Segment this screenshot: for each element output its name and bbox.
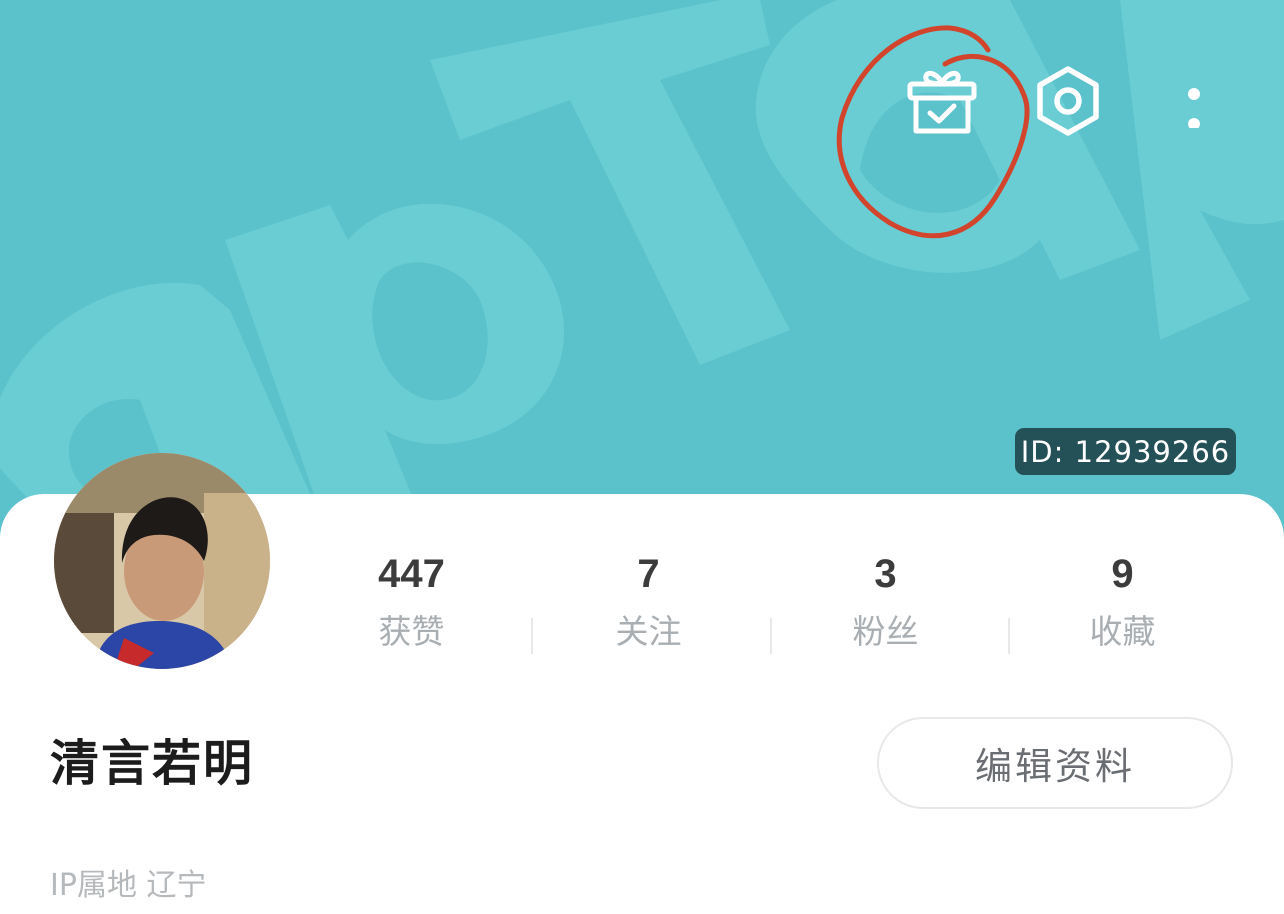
stat-label: 粉丝 xyxy=(852,612,919,651)
stats-row: 447 获赞 7 关注 3 粉丝 9 收藏 xyxy=(293,548,1241,658)
avatar-photo xyxy=(54,453,270,669)
stat-label: 获赞 xyxy=(378,612,445,651)
stat-divider xyxy=(531,618,533,654)
user-id-badge[interactable]: ID: 12939266 xyxy=(1015,428,1236,475)
stat-value: 447 xyxy=(378,552,445,596)
daily-checkin-gift-button[interactable] xyxy=(902,64,982,140)
stat-value: 9 xyxy=(1111,552,1134,596)
settings-button[interactable] xyxy=(1030,62,1106,140)
more-vertical-icon xyxy=(1188,88,1200,128)
more-options-button[interactable] xyxy=(1170,70,1218,136)
username: 清言若明 xyxy=(50,735,255,792)
stat-followers[interactable]: 3 粉丝 xyxy=(767,548,1004,658)
stat-favorites[interactable]: 9 收藏 xyxy=(1004,548,1241,658)
stat-following[interactable]: 7 关注 xyxy=(530,548,767,658)
gift-check-icon xyxy=(907,71,977,134)
hexagon-gear-icon xyxy=(1037,66,1099,136)
stat-label: 关注 xyxy=(615,612,682,651)
stat-value: 3 xyxy=(874,552,897,596)
stat-label: 收藏 xyxy=(1089,612,1156,651)
edit-profile-button[interactable]: 编辑资料 xyxy=(877,717,1233,809)
ip-location: IP属地 辽宁 xyxy=(50,868,207,903)
stat-value: 7 xyxy=(637,552,660,596)
avatar[interactable] xyxy=(54,453,270,669)
stat-divider xyxy=(1008,618,1010,654)
stat-divider xyxy=(770,618,772,654)
stat-likes[interactable]: 447 获赞 xyxy=(293,548,530,658)
